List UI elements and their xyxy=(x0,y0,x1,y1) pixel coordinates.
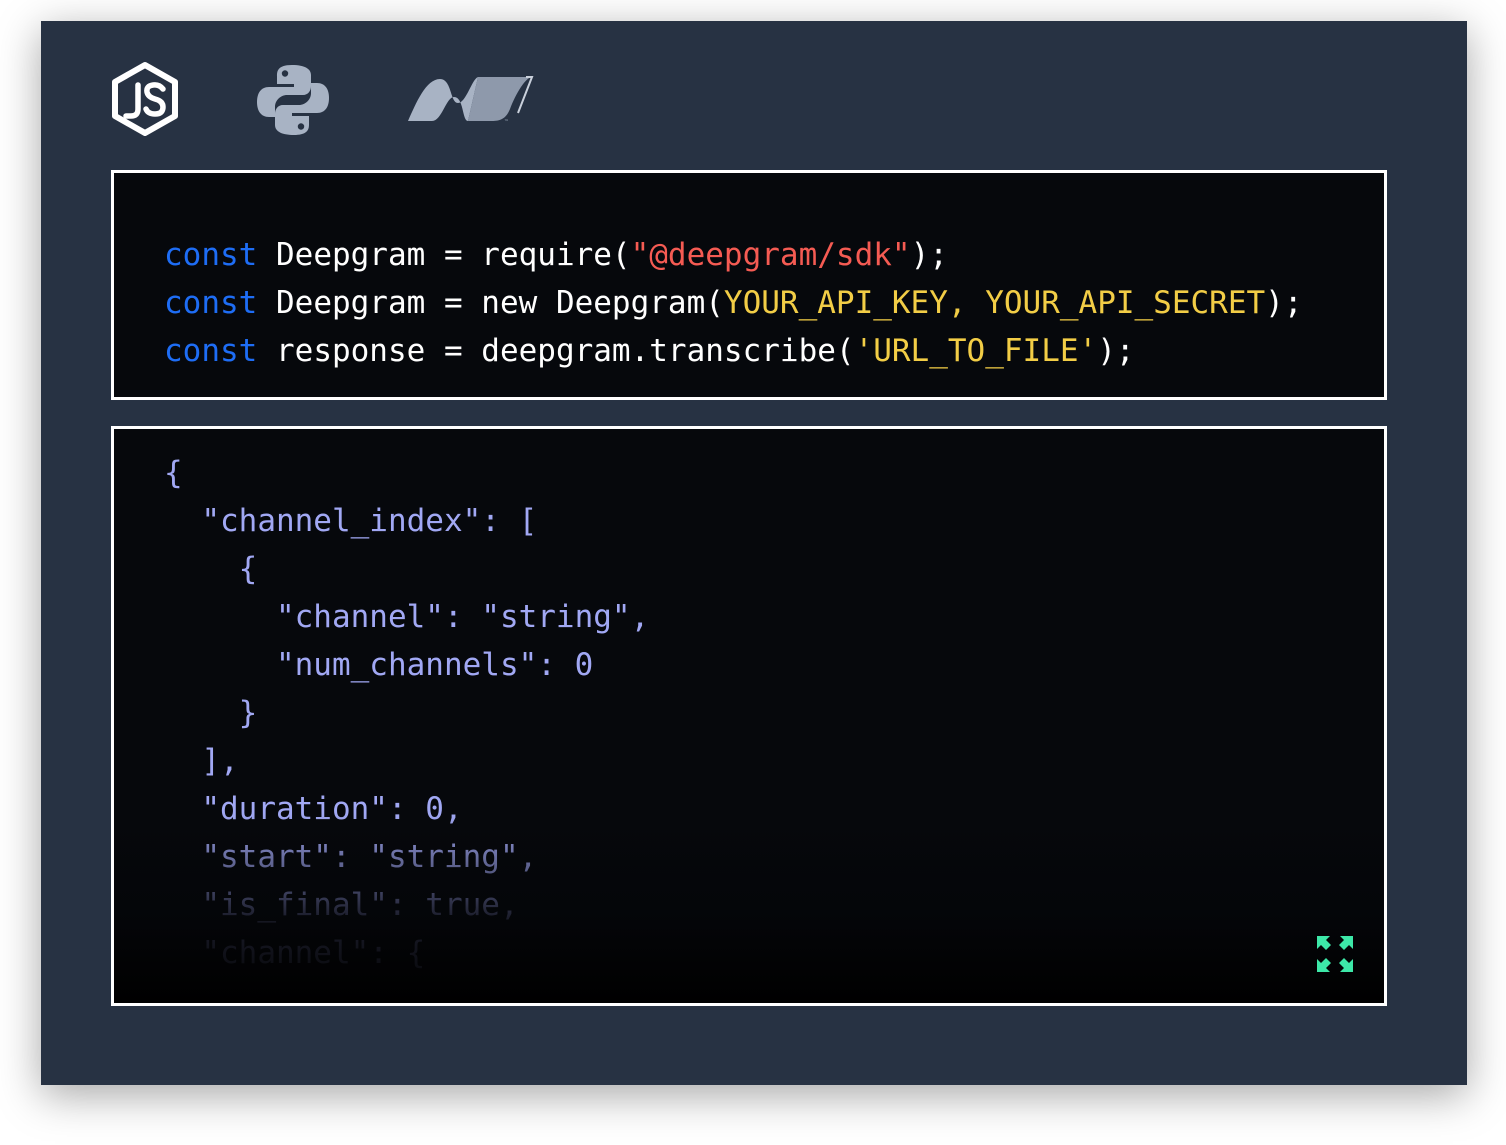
python-icon[interactable] xyxy=(255,63,331,137)
json-line: { xyxy=(164,455,183,491)
json-line: "num_channels": 0 xyxy=(164,647,594,683)
code-token: ); xyxy=(1265,285,1303,321)
code-token: ); xyxy=(910,237,948,273)
code-token: "@deepgram/sdk" xyxy=(630,237,911,273)
json-line: } xyxy=(164,695,258,731)
code-line: const response = deepgram.transcribe('UR… xyxy=(164,327,1303,375)
code-sample-card: ™ const Deepgram = require("@deepgram/sd… xyxy=(41,21,1467,1085)
code-token: ); xyxy=(1097,333,1135,369)
code-token: const xyxy=(164,285,258,321)
code-token: const xyxy=(164,333,258,369)
svg-text:™: ™ xyxy=(504,119,509,125)
code-line: const Deepgram = new Deepgram(YOUR_API_K… xyxy=(164,279,1303,327)
json-line: ], xyxy=(164,743,239,779)
response-json-panel[interactable]: { "channel_index": [ { "channel": "strin… xyxy=(111,426,1387,1006)
code-token: Deepgram = new Deepgram( xyxy=(257,285,724,321)
code-token: Deepgram = require( xyxy=(257,237,631,273)
dotnet-icon[interactable]: ™ xyxy=(406,73,534,125)
code-lines: const Deepgram = require("@deepgram/sdk"… xyxy=(164,231,1303,375)
code-token: 'URL_TO_FILE' xyxy=(854,333,1098,369)
code-token: const xyxy=(164,237,258,273)
code-line: const Deepgram = require("@deepgram/sdk"… xyxy=(164,231,1303,279)
code-snippet[interactable]: const Deepgram = require("@deepgram/sdk"… xyxy=(111,170,1387,400)
code-token: YOUR_API_KEY, YOUR_API_SECRET xyxy=(723,285,1266,321)
json-line: "channel_index": [ xyxy=(164,503,538,539)
json-line: { xyxy=(164,551,258,587)
code-token: response = deepgram.transcribe( xyxy=(257,333,855,369)
expand-arrows-icon[interactable] xyxy=(1317,936,1353,972)
fade-overlay xyxy=(114,813,1384,1003)
nodejs-icon[interactable] xyxy=(111,61,179,137)
json-line: "channel": "string", xyxy=(164,599,650,635)
